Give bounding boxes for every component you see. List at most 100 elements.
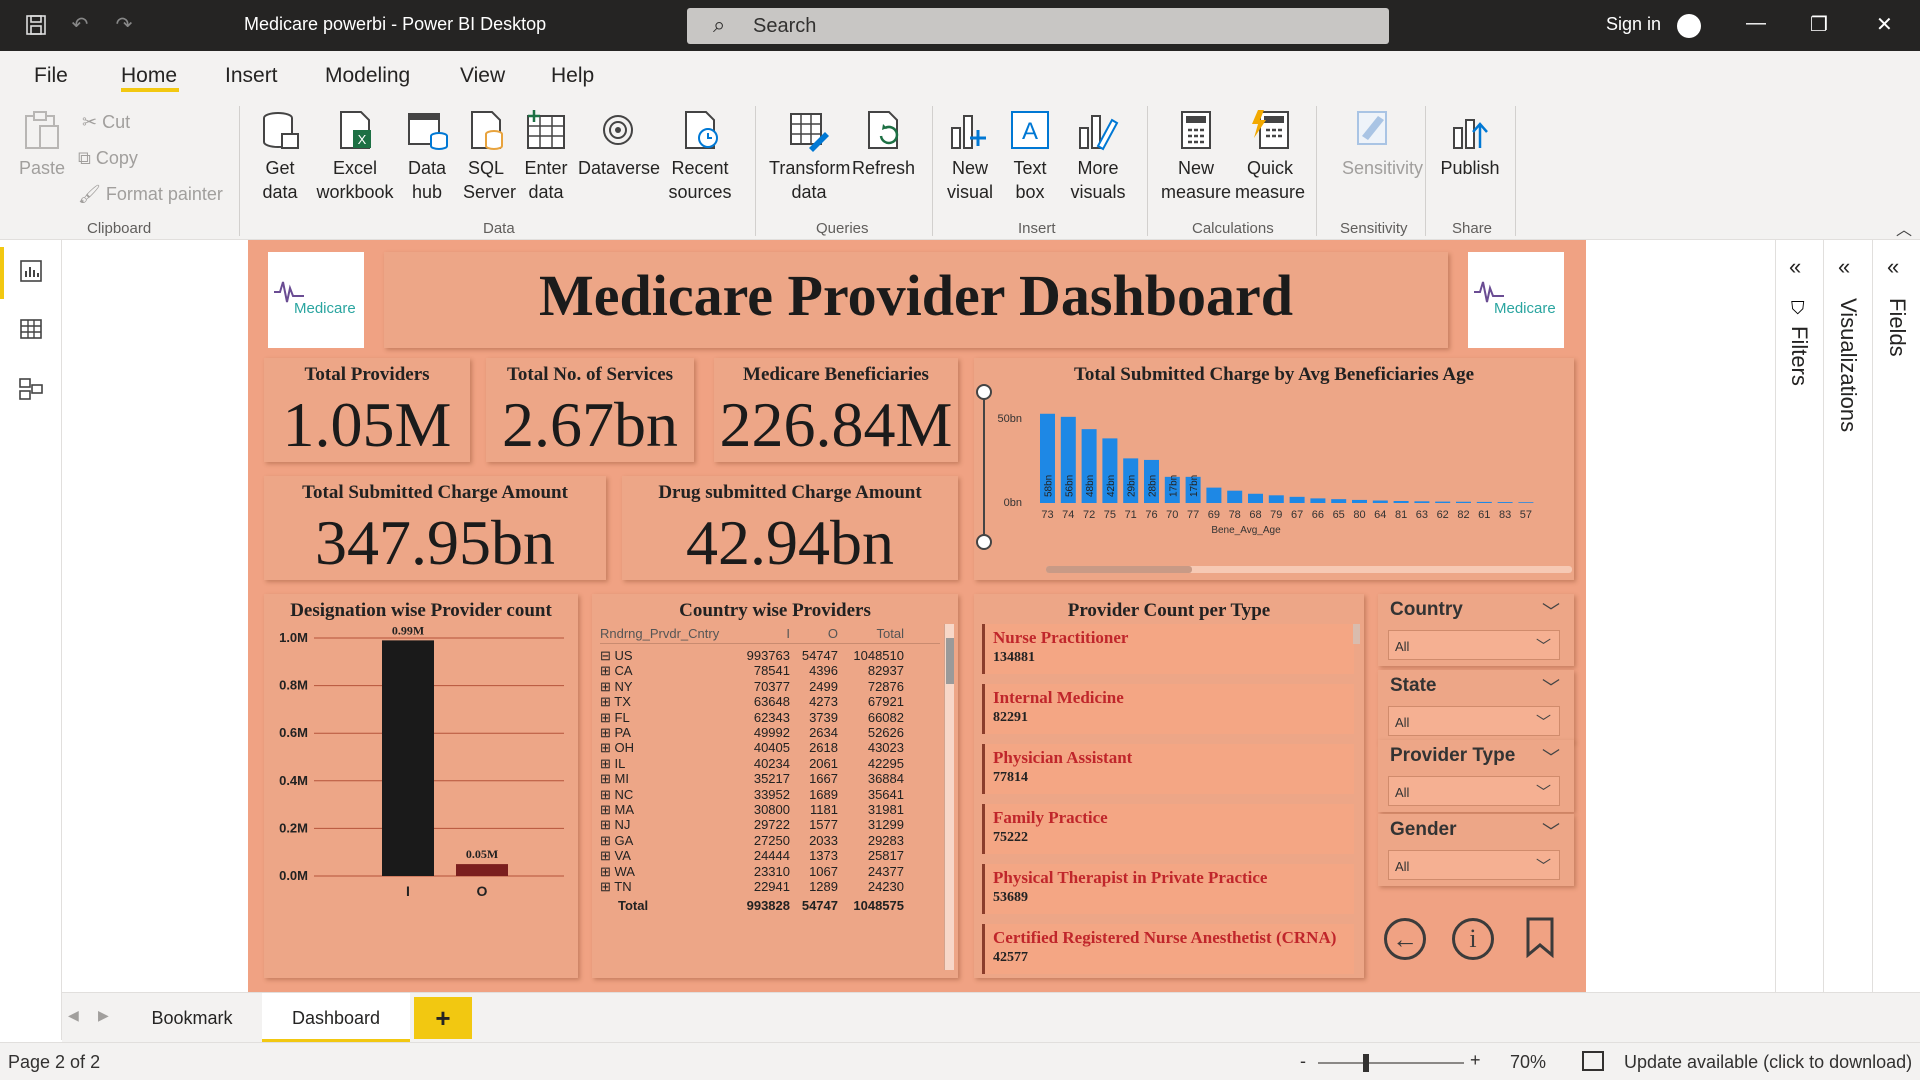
bar[interactable]	[1268, 495, 1284, 503]
undo-icon[interactable]: ↶	[68, 13, 92, 37]
search-input[interactable]: ⌕ Search	[687, 8, 1389, 44]
list-item[interactable]: Nurse Practitioner 134881	[982, 624, 1354, 674]
bar[interactable]	[456, 864, 508, 876]
tab-scroll-right-icon[interactable]: ▶	[98, 1007, 109, 1024]
gender-slicer[interactable]: Gender ﹀ All ﹀	[1378, 814, 1574, 886]
age-charge-chart[interactable]: Total Submitted Charge by Avg Beneficiar…	[974, 358, 1574, 580]
bar[interactable]	[1372, 500, 1388, 503]
range-slider-handle-top[interactable]	[976, 384, 992, 400]
bar[interactable]	[1497, 502, 1513, 503]
avatar[interactable]	[1677, 14, 1701, 38]
expand-chevron-icon[interactable]: «	[1838, 254, 1850, 280]
menu-view[interactable]: View	[460, 64, 505, 88]
menu-home[interactable]: Home	[121, 64, 177, 88]
data-hub-button[interactable]: Data hub	[402, 108, 452, 204]
tab-bookmark[interactable]: Bookmark	[122, 993, 262, 1043]
refresh-button[interactable]: Refresh	[852, 108, 915, 180]
bookmark-icon[interactable]	[1524, 916, 1556, 963]
chevron-down-icon[interactable]: ﹀	[1542, 818, 1560, 844]
more-visuals-button[interactable]: More visuals	[1066, 108, 1130, 204]
table-row[interactable]: ⊞ TN 22941 1289 24230	[600, 879, 940, 897]
copy-button[interactable]: ⧉ Copy	[78, 148, 138, 169]
country-slicer[interactable]: Country ﹀ All ﹀	[1378, 594, 1574, 666]
list-item[interactable]: Certified Registered Nurse Anesthetist (…	[982, 924, 1354, 974]
tab-dashboard[interactable]: Dashboard	[262, 993, 410, 1043]
data-view-icon[interactable]	[18, 316, 44, 342]
text-box-button[interactable]: A Text box	[1004, 108, 1056, 204]
cut-button[interactable]: ✂ Cut	[82, 112, 130, 133]
model-view-icon[interactable]	[18, 376, 44, 402]
provider-type-card[interactable]: Provider Count per Type Nurse Practition…	[974, 594, 1364, 978]
country-matrix[interactable]: Country wise Providers Rndrng_Prvdr_Cntr…	[592, 594, 958, 978]
zoom-slider[interactable]	[1318, 1054, 1464, 1072]
zoom-in-icon[interactable]: +	[1470, 1050, 1481, 1071]
list-item[interactable]: Physician Assistant 77814	[982, 744, 1354, 794]
restore-icon[interactable]: ❐	[1810, 12, 1828, 37]
bar[interactable]	[1456, 501, 1471, 503]
chevron-down-icon[interactable]: ﹀	[1542, 598, 1560, 624]
bar[interactable]	[1352, 499, 1367, 503]
dataverse-button[interactable]: Dataverse	[578, 108, 660, 180]
publish-button[interactable]: Publish	[1438, 108, 1502, 180]
new-measure-button[interactable]: New measure	[1156, 108, 1236, 204]
info-icon[interactable]: i	[1452, 918, 1494, 960]
fields-pane[interactable]: « Fields	[1872, 240, 1920, 992]
excel-workbook-button[interactable]: X Excel workbook	[313, 108, 397, 204]
provider-type-slicer[interactable]: Provider Type ﹀ All ﹀	[1378, 740, 1574, 812]
zoom-out-icon[interactable]: -	[1300, 1051, 1306, 1072]
menu-insert[interactable]: Insert	[225, 64, 278, 88]
range-slider-handle-bottom[interactable]	[976, 534, 992, 550]
bar[interactable]	[1435, 501, 1451, 503]
bar[interactable]	[1393, 501, 1409, 503]
chevron-down-icon[interactable]: ﹀	[1542, 674, 1560, 700]
list-item[interactable]: Family Practice 75222	[982, 804, 1354, 854]
list-scrollbar-thumb[interactable]	[1353, 624, 1360, 644]
enter-data-button[interactable]: Enter data	[520, 108, 572, 204]
designation-chart[interactable]: Designation wise Provider count 1.0M 0.8M…	[264, 594, 578, 978]
bar[interactable]	[1476, 501, 1492, 503]
menu-help[interactable]: Help	[551, 64, 594, 88]
list-item[interactable]: Internal Medicine 82291	[982, 684, 1354, 734]
redo-icon[interactable]: ↷	[112, 13, 136, 37]
update-available-link[interactable]: Update available (click to download)	[1624, 1052, 1912, 1073]
format-painter-button[interactable]: 🖌 Format painter	[78, 184, 223, 205]
kpi-card-drug-charge[interactable]: Drug submitted Charge Amount 42.94bn	[622, 476, 958, 580]
save-icon[interactable]	[24, 13, 48, 37]
visualizations-pane[interactable]: « Visualizations	[1823, 240, 1872, 992]
list-item[interactable]: Physical Therapist in Private Practice 53…	[982, 864, 1354, 914]
sensitivity-button[interactable]: Sensitivity	[1342, 108, 1423, 180]
transform-data-button[interactable]: Transform data	[768, 108, 850, 204]
get-data-button[interactable]: Get data	[252, 108, 308, 204]
matrix-scrollbar[interactable]	[944, 624, 954, 970]
minimize-icon[interactable]: —	[1746, 12, 1766, 35]
fit-to-page-icon[interactable]	[1582, 1051, 1604, 1071]
kpi-card-beneficiaries[interactable]: Medicare Beneficiaries 226.84M	[714, 358, 958, 462]
expand-chevron-icon[interactable]: «	[1887, 254, 1899, 280]
state-dropdown[interactable]: All ﹀	[1388, 706, 1560, 736]
country-dropdown[interactable]: All ﹀	[1388, 630, 1560, 660]
report-view-icon[interactable]	[18, 258, 44, 284]
kpi-card-total-providers[interactable]: Total Providers 1.05M	[264, 358, 470, 462]
provider-type-dropdown[interactable]: All ﹀	[1388, 776, 1560, 806]
tab-scroll-left-icon[interactable]: ◀	[68, 1007, 79, 1024]
bar[interactable]	[1206, 487, 1222, 503]
bar[interactable]	[1518, 502, 1534, 503]
horizontal-scrollbar-thumb[interactable]	[1046, 566, 1192, 573]
menu-file[interactable]: File	[34, 64, 68, 88]
recent-sources-button[interactable]: Recent sources	[660, 108, 740, 204]
add-page-button[interactable]: +	[414, 997, 472, 1039]
paste-button[interactable]: Paste	[18, 108, 66, 180]
filters-pane[interactable]: « ⛉ Filters	[1775, 240, 1823, 992]
menu-modeling[interactable]: Modeling	[325, 64, 410, 88]
bar[interactable]	[1331, 499, 1347, 503]
kpi-card-submitted-charge[interactable]: Total Submitted Charge Amount 347.95bn	[264, 476, 606, 580]
close-icon[interactable]: ✕	[1876, 12, 1893, 37]
bar[interactable]	[382, 640, 434, 876]
bar[interactable]	[1414, 501, 1430, 503]
collapse-ribbon-icon[interactable]: ︿	[1896, 216, 1912, 240]
matrix-scrollbar-thumb[interactable]	[946, 638, 954, 684]
new-visual-button[interactable]: New visual	[944, 108, 996, 204]
chevron-down-icon[interactable]: ﹀	[1542, 744, 1560, 770]
back-arrow-icon[interactable]: ←	[1384, 918, 1426, 960]
quick-measure-button[interactable]: Quick measure	[1234, 108, 1306, 204]
